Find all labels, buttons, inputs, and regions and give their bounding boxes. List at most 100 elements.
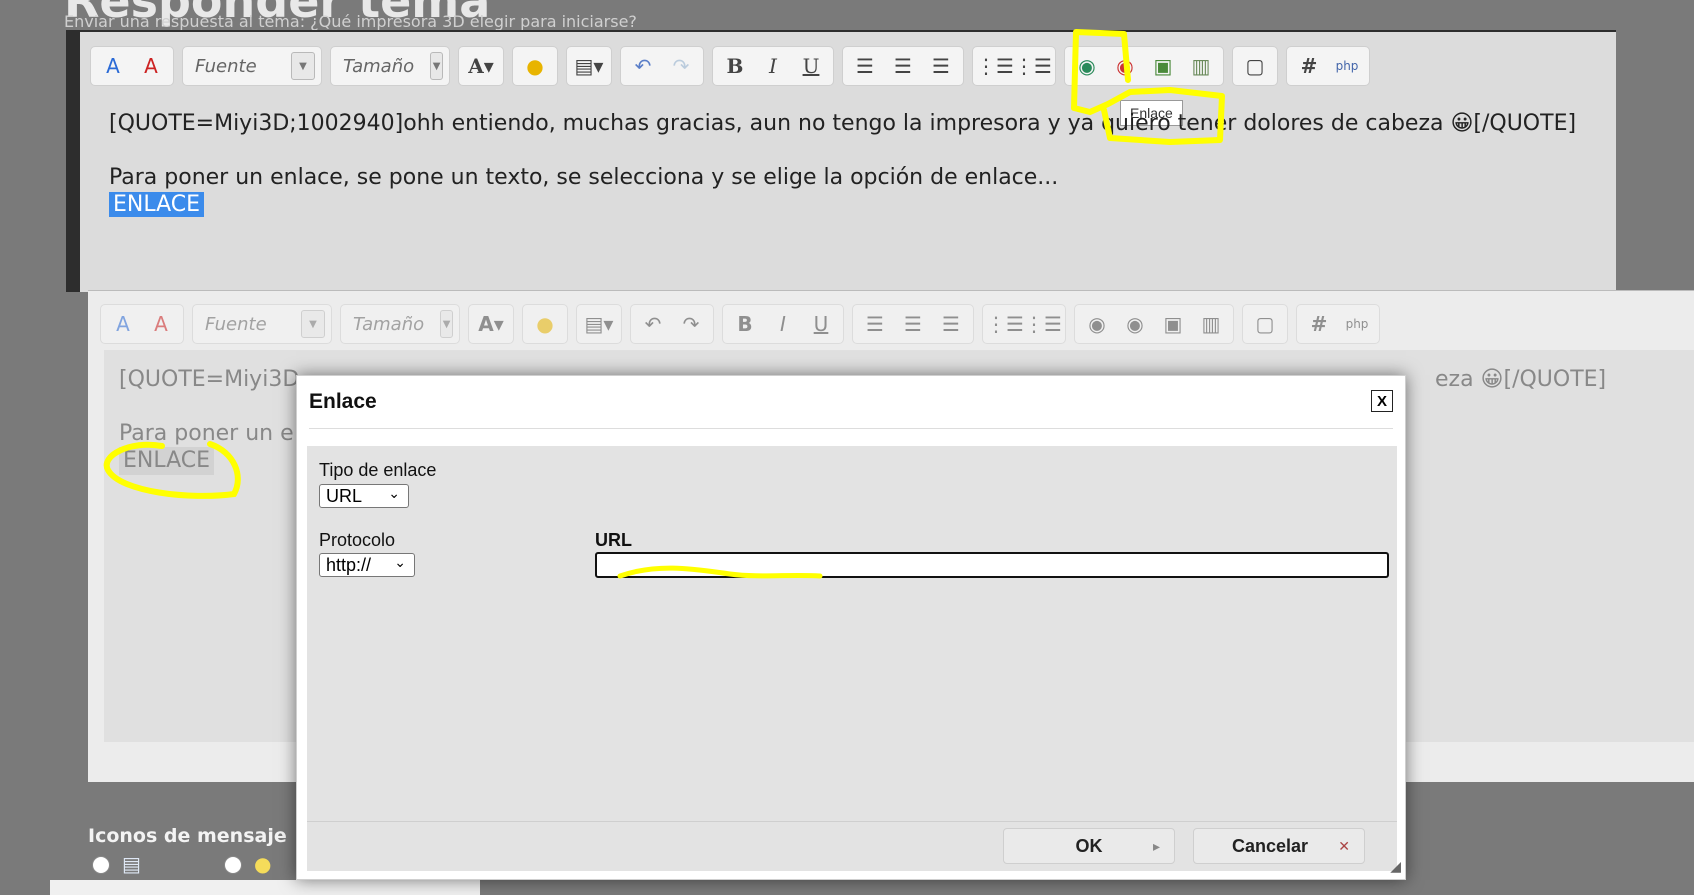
- size-select-label: Tamaño: [343, 55, 415, 77]
- align-center-icon: ☰: [904, 312, 922, 336]
- php-icon: php: [1345, 317, 1369, 331]
- font-select-label: Fuente: [205, 313, 267, 335]
- bold-button: B: [737, 312, 753, 336]
- remove-format-icon: A: [154, 312, 168, 336]
- paste-icon[interactable]: ▤▾: [573, 50, 605, 82]
- message-icons-label: Iconos de mensaje: [88, 825, 287, 847]
- align-left-icon[interactable]: ☰: [849, 50, 881, 82]
- quote-icon[interactable]: ▢: [1239, 50, 1271, 82]
- url-label: URL: [595, 530, 632, 550]
- editor-line-instructions: Para poner un enlace, se pone un texto, …: [109, 165, 1059, 190]
- quote-group-bg: ▢: [1242, 304, 1288, 344]
- size-select-bg: Tamaño ▼: [340, 304, 460, 344]
- text-style-group: B I U: [712, 46, 834, 86]
- dialog-divider: [309, 428, 1393, 429]
- redo-icon: ↷: [682, 312, 700, 336]
- align-left-icon: ☰: [866, 312, 884, 336]
- format-group: A A: [90, 46, 174, 86]
- size-select-label: Tamaño: [353, 313, 425, 335]
- cancel-label: Cancelar: [1231, 835, 1309, 856]
- font-style-icon: A: [116, 312, 130, 336]
- message-icon-radio[interactable]: [224, 856, 242, 874]
- dialog-title: Enlace: [309, 390, 377, 413]
- size-select[interactable]: Tamaño ▼: [330, 46, 450, 86]
- italic-button: I: [780, 312, 786, 336]
- editor-bg-selection: ENLACE: [119, 447, 215, 475]
- unlink-icon[interactable]: ◉: [1109, 50, 1141, 82]
- bold-button[interactable]: B: [719, 50, 751, 82]
- link-icon: ◉: [1088, 312, 1106, 336]
- link-type-value: URL: [326, 485, 363, 506]
- lightbulb-icon: ●: [254, 852, 272, 876]
- format-group-bg: A A: [100, 304, 184, 344]
- editor-bg-line-quote: [QUOTE=Miyi3D: [119, 367, 300, 392]
- protocol-label: Protocolo: [319, 530, 396, 550]
- font-style-icon[interactable]: A: [97, 50, 129, 82]
- editor-bg-line-quote-end: eza 😀[/QUOTE]: [1435, 367, 1607, 392]
- smiley-icon[interactable]: ●: [519, 50, 551, 82]
- underline-button: U: [813, 312, 829, 336]
- taskbar-strip: [50, 880, 480, 895]
- url-input[interactable]: [595, 552, 1389, 578]
- text-style-group-bg: B I U: [722, 304, 844, 344]
- underline-button[interactable]: U: [795, 50, 827, 82]
- ok-button[interactable]: OK ▸: [1003, 828, 1175, 864]
- remove-format-icon[interactable]: A: [135, 50, 167, 82]
- hash-button: #: [1310, 312, 1328, 336]
- font-select-bg: Fuente ▼: [192, 304, 332, 344]
- dialog-footer: OK ▸ Cancelar ✕: [307, 821, 1397, 871]
- php-icon[interactable]: php: [1331, 50, 1363, 82]
- ordered-list-icon[interactable]: ⋮☰: [976, 50, 1014, 82]
- redo-icon[interactable]: ↷: [665, 50, 697, 82]
- text-color-icon: A▾: [478, 312, 504, 336]
- link-type-label: Tipo de enlace: [319, 460, 437, 480]
- cancel-button[interactable]: Cancelar ✕: [1193, 828, 1365, 864]
- align-group-bg: ☰ ☰ ☰: [852, 304, 974, 344]
- protocol-select[interactable]: http:// ⌄: [319, 553, 415, 577]
- editor-toolbar: A A Fuente ▼ Tamaño ▼ A▾ ● ▤▾ ↶ ↷ B I U …: [90, 46, 1370, 86]
- editor-line-selection: ENLACE: [109, 191, 205, 219]
- message-icon-radio[interactable]: [92, 856, 110, 874]
- chevron-down-icon: ▼: [291, 52, 315, 80]
- unlink-icon: ◉: [1126, 312, 1144, 336]
- hash-button[interactable]: #: [1293, 50, 1325, 82]
- chevron-down-icon: ▼: [430, 52, 443, 80]
- editor-line-quote: [QUOTE=Miyi3D;1002940]ohh entiendo, much…: [109, 111, 1577, 136]
- close-button[interactable]: X: [1371, 390, 1393, 412]
- page-subtitle: Enviar una respuesta al tema: ¿Qué impre…: [64, 12, 637, 31]
- align-group: ☰ ☰ ☰: [842, 46, 964, 86]
- image-icon[interactable]: ▣: [1147, 50, 1179, 82]
- align-center-icon[interactable]: ☰: [887, 50, 919, 82]
- dialog-body: Tipo de enlace URL ⌄ Protocolo http:// ⌄…: [307, 446, 1397, 821]
- link-icon[interactable]: ◉: [1071, 50, 1103, 82]
- italic-button[interactable]: I: [757, 50, 789, 82]
- smiley-group: ●: [512, 46, 558, 86]
- insert-group-bg: ◉ ◉ ▣ ▥: [1074, 304, 1234, 344]
- editor-toolbar-bg: A A Fuente ▼ Tamaño ▼ A▾ ● ▤▾ ↶ ↷ B I U ☰ ☰ ☰…: [100, 304, 1380, 344]
- undo-icon[interactable]: ↶: [627, 50, 659, 82]
- undo-group-bg: ↶ ↷: [630, 304, 714, 344]
- font-select[interactable]: Fuente ▼: [182, 46, 322, 86]
- unordered-list-icon: ⋮☰: [1024, 312, 1062, 336]
- text-color-group-bg: A▾: [468, 304, 514, 344]
- quote-icon: ▢: [1255, 312, 1275, 336]
- selected-text[interactable]: ENLACE: [109, 192, 205, 217]
- text-color-icon[interactable]: A▾: [465, 50, 497, 82]
- font-select-label: Fuente: [195, 55, 257, 77]
- link-type-select[interactable]: URL ⌄: [319, 484, 409, 508]
- link-dialog: Enlace X Tipo de enlace URL ⌄ Protocolo …: [296, 375, 1406, 880]
- resize-handle-icon[interactable]: ◢: [1390, 859, 1401, 875]
- ok-label: OK: [1075, 835, 1103, 856]
- document-icon: ▤: [122, 852, 141, 876]
- chevron-down-icon: ⌄: [394, 554, 406, 570]
- align-right-icon[interactable]: ☰: [925, 50, 957, 82]
- unordered-list-icon[interactable]: ⋮☰: [1014, 50, 1052, 82]
- quote-group: ▢: [1232, 46, 1278, 86]
- close-icon: ✕: [1338, 837, 1350, 854]
- editor-bg-line-instructions: Para poner un e: [119, 421, 294, 446]
- code-group-bg: # php: [1296, 304, 1380, 344]
- undo-group: ↶ ↷: [620, 46, 704, 86]
- paste-icon: ▤▾: [584, 312, 614, 336]
- video-icon[interactable]: ▥: [1185, 50, 1217, 82]
- ordered-list-icon: ⋮☰: [986, 312, 1024, 336]
